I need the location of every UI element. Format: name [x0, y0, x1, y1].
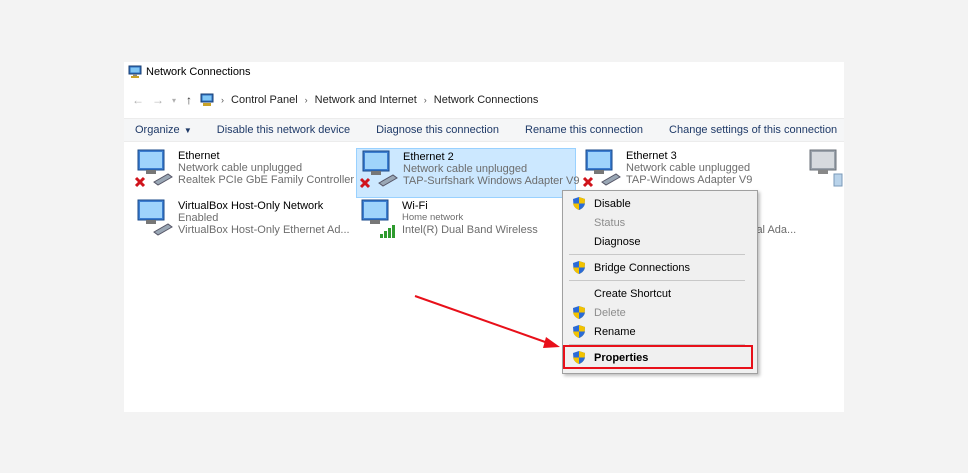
breadcrumb-separator-icon: ›: [221, 95, 225, 105]
connection-name: VirtualBox Host-Only Network: [178, 200, 324, 212]
uac-shield-icon: [573, 197, 585, 210]
connection-status: Enabled: [178, 212, 219, 224]
breadcrumb-control-panel[interactable]: Control Panel: [231, 94, 298, 106]
connection-item-ethernet-3[interactable]: Ethernet 3 Network cable unplugged TAP-W…: [580, 148, 780, 196]
connection-status: Network cable unplugged: [403, 163, 528, 175]
connection-adapter: TAP-Surfshark Windows Adapter V9: [403, 175, 580, 187]
back-arrow-icon[interactable]: ←: [132, 93, 144, 107]
diagnose-connection-button[interactable]: Diagnose this connection: [376, 124, 499, 136]
title-bar: Network Connections: [124, 62, 844, 82]
connection-status: Network cable unplugged: [178, 162, 303, 174]
menu-label: Delete: [594, 306, 626, 319]
uac-shield-icon: [573, 261, 585, 274]
menu-item-diagnose[interactable]: Diagnose: [565, 232, 753, 251]
menu-separator: [569, 280, 745, 281]
menu-item-rename[interactable]: Rename: [565, 322, 753, 341]
organize-button[interactable]: Organize ▼: [135, 124, 192, 136]
menu-item-create-shortcut[interactable]: Create Shortcut: [565, 284, 753, 303]
menu-label: Status: [594, 216, 626, 229]
menu-label: Disable: [594, 197, 631, 210]
menu-label: Diagnose: [594, 235, 641, 248]
connection-item-ethernet-2[interactable]: Ethernet 2 Network cable unplugged TAP-S…: [356, 148, 580, 198]
breadcrumb-network-and-internet[interactable]: Network and Internet: [315, 94, 417, 106]
wifi-adapter-icon: [361, 199, 395, 238]
menu-label: Bridge Connections: [594, 261, 691, 274]
control-panel-icon: [200, 93, 214, 106]
connection-item-virtualbox[interactable]: VirtualBox Host-Only Network Enabled Vir…: [132, 198, 362, 246]
properties-highlight-box: [563, 345, 753, 369]
connection-adapter: VirtualBox Host-Only Ethernet Ad...: [178, 224, 350, 236]
menu-item-status[interactable]: Status: [565, 213, 753, 232]
command-toolbar: Organize ▼ Disable this network device D…: [124, 118, 844, 142]
connection-status: Network cable unplugged: [626, 162, 751, 174]
menu-label: Rename: [594, 325, 636, 338]
connection-adapter: ial Ada...: [754, 224, 797, 236]
connection-name: Ethernet: [178, 150, 220, 162]
connection-item-partial[interactable]: [804, 148, 844, 196]
change-settings-button[interactable]: Change settings of this connection: [669, 124, 837, 136]
chevron-down-icon: ▼: [181, 126, 192, 135]
uac-shield-icon: [573, 306, 585, 319]
connection-name: Wi-Fi: [402, 200, 428, 212]
menu-item-delete[interactable]: Delete: [565, 303, 753, 322]
network-connections-icon: [128, 65, 142, 78]
connection-item-hidden[interactable]: ial Ada...: [752, 198, 832, 246]
forward-arrow-icon[interactable]: →: [152, 93, 164, 107]
organize-label: Organize: [135, 124, 180, 136]
network-adapter-icon: [809, 149, 843, 187]
window-title: Network Connections: [146, 66, 251, 78]
network-adapter-icon: [359, 150, 398, 189]
connection-item-ethernet[interactable]: Ethernet Network cable unplugged Realtek…: [132, 148, 355, 196]
connection-adapter: Realtek PCIe GbE Family Controller: [178, 174, 355, 186]
breadcrumb-network-connections[interactable]: Network Connections: [434, 94, 539, 106]
menu-separator: [569, 254, 745, 255]
menu-item-disable[interactable]: Disable: [565, 194, 753, 213]
recent-locations-chevron-icon[interactable]: ▾: [172, 96, 176, 105]
network-adapter-icon: [134, 149, 173, 188]
connection-adapter: Intel(R) Dual Band Wireless: [402, 224, 538, 236]
connection-name: Ethernet 2: [403, 151, 454, 163]
breadcrumb-separator-icon: ›: [423, 95, 427, 105]
up-arrow-icon[interactable]: ↑: [186, 93, 192, 107]
connection-status: Home network: [402, 212, 464, 223]
rename-connection-button[interactable]: Rename this connection: [525, 124, 643, 136]
breadcrumb-separator-icon: ›: [304, 95, 308, 105]
uac-shield-icon: [573, 325, 585, 338]
address-bar: ← → ▾ ↑ › Control Panel › Network and In…: [124, 90, 844, 110]
menu-label: Create Shortcut: [594, 287, 672, 300]
connection-adapter: TAP-Windows Adapter V9: [626, 174, 753, 186]
menu-item-bridge-connections[interactable]: Bridge Connections: [565, 258, 753, 277]
network-adapter-icon: [137, 199, 173, 236]
disable-device-button[interactable]: Disable this network device: [217, 124, 350, 136]
connection-item-wifi[interactable]: Wi-Fi Home network Intel(R) Dual Band Wi…: [356, 198, 556, 246]
connection-name: Ethernet 3: [626, 150, 677, 162]
network-adapter-icon: [582, 149, 621, 188]
